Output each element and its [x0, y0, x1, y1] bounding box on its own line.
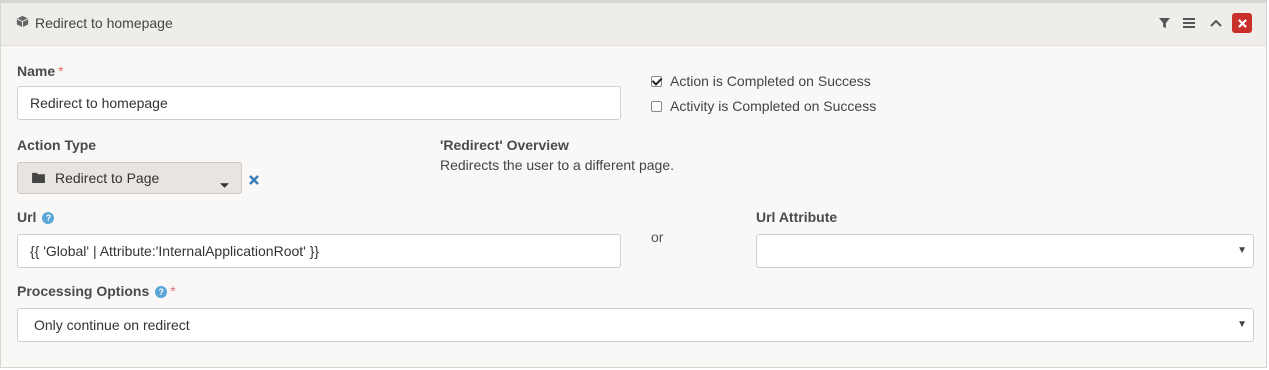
- caret-down-icon: ▼: [1237, 245, 1247, 256]
- help-icon[interactable]: ?: [42, 212, 55, 225]
- chevron-up-icon[interactable]: [1205, 12, 1227, 34]
- panel-header[interactable]: Redirect to homepage: [1, 3, 1266, 46]
- action-completed-checkbox[interactable]: [651, 75, 662, 87]
- action-completed-option[interactable]: Action is Completed on Success: [651, 73, 871, 89]
- action-type-label: Action Type: [17, 137, 97, 153]
- url-label-text: Url: [17, 209, 37, 225]
- processing-select[interactable]: Only continue on redirect ▼: [17, 308, 1254, 342]
- url-label: Url?: [17, 209, 55, 225]
- cube-icon: [16, 15, 29, 31]
- activity-completed-label: Activity is Completed on Success: [670, 98, 877, 114]
- name-label-text: Name: [17, 63, 56, 79]
- or-text: or: [651, 229, 664, 245]
- panel-title-group: Redirect to homepage: [16, 15, 173, 31]
- required-mark: *: [58, 63, 64, 79]
- overview-title: 'Redirect' Overview: [440, 137, 569, 153]
- url-attribute-label: Url Attribute: [756, 209, 838, 225]
- processing-value: Only continue on redirect: [34, 317, 190, 333]
- action-completed-label: Action is Completed on Success: [670, 73, 871, 89]
- overview-description: Redirects the user to a different page.: [440, 157, 674, 173]
- processing-label: Processing Options? *: [17, 283, 176, 299]
- action-type-value: Redirect to Page: [55, 170, 160, 186]
- filter-icon[interactable]: [1153, 12, 1175, 34]
- processing-label-text: Processing Options: [17, 283, 150, 299]
- name-label: Name *: [17, 63, 64, 79]
- panel-title: Redirect to homepage: [35, 15, 173, 31]
- menu-icon[interactable]: [1178, 12, 1200, 34]
- activity-completed-option[interactable]: Activity is Completed on Success: [651, 98, 876, 114]
- caret-down-icon: [220, 175, 229, 191]
- help-icon[interactable]: ?: [155, 286, 168, 299]
- caret-down-icon: ▼: [1237, 319, 1247, 330]
- clear-x-icon[interactable]: [249, 172, 259, 188]
- url-attribute-select[interactable]: ▼: [756, 234, 1254, 268]
- url-input[interactable]: {{ 'Global' | Attribute:'InternalApplica…: [17, 234, 621, 268]
- required-mark: *: [170, 283, 176, 299]
- close-icon[interactable]: [1232, 13, 1252, 33]
- activity-completed-checkbox[interactable]: [651, 100, 662, 112]
- name-input[interactable]: Redirect to homepage: [17, 86, 621, 120]
- action-type-picker[interactable]: Redirect to Page: [17, 162, 242, 194]
- folder-icon: [32, 170, 45, 186]
- action-panel: Redirect to homepage Name * Redirect to h…: [0, 0, 1267, 368]
